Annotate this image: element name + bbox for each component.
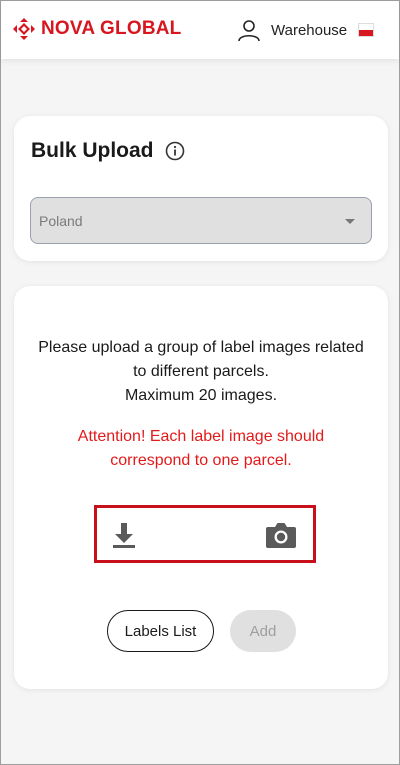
info-icon[interactable] — [165, 141, 185, 161]
brand-logo[interactable]: NOVA GLOBAL — [13, 18, 181, 40]
camera-icon[interactable] — [265, 521, 297, 549]
caret-down-icon — [345, 219, 355, 224]
instruction-line: Please upload a group of label images re… — [38, 339, 364, 356]
brand-name: NOVA GLOBAL — [41, 18, 182, 39]
page-title: Bulk Upload — [31, 139, 154, 162]
upload-instructions: Please upload a group of label images re… — [14, 336, 388, 408]
attention-message: Attention! Each label image should corre… — [14, 425, 388, 473]
country-select-value: Poland — [39, 213, 83, 229]
nova-logo-icon — [13, 18, 35, 40]
add-button: Add — [230, 610, 296, 652]
download-icon[interactable] — [111, 521, 137, 549]
attention-line: Attention! Each label image should — [77, 428, 325, 445]
bulk-upload-card: Bulk Upload Poland — [14, 116, 388, 261]
user-account[interactable]: Warehouse — [237, 18, 347, 42]
instruction-line: to different parcels. — [133, 363, 269, 380]
labels-list-button[interactable]: Labels List — [107, 610, 214, 652]
user-label: Warehouse — [271, 21, 348, 39]
user-icon — [238, 20, 260, 42]
poland-flag-icon[interactable] — [358, 23, 374, 37]
top-header: NOVA GLOBAL Warehouse — [1, 1, 399, 59]
attention-line: correspond to one parcel. — [110, 452, 292, 469]
upload-panel-card: Please upload a group of label images re… — [14, 286, 388, 689]
country-select[interactable]: Poland — [30, 197, 372, 244]
upload-actions-box — [94, 505, 316, 563]
instruction-line: Maximum 20 images. — [124, 387, 278, 404]
title-row: Bulk Upload — [31, 139, 185, 163]
